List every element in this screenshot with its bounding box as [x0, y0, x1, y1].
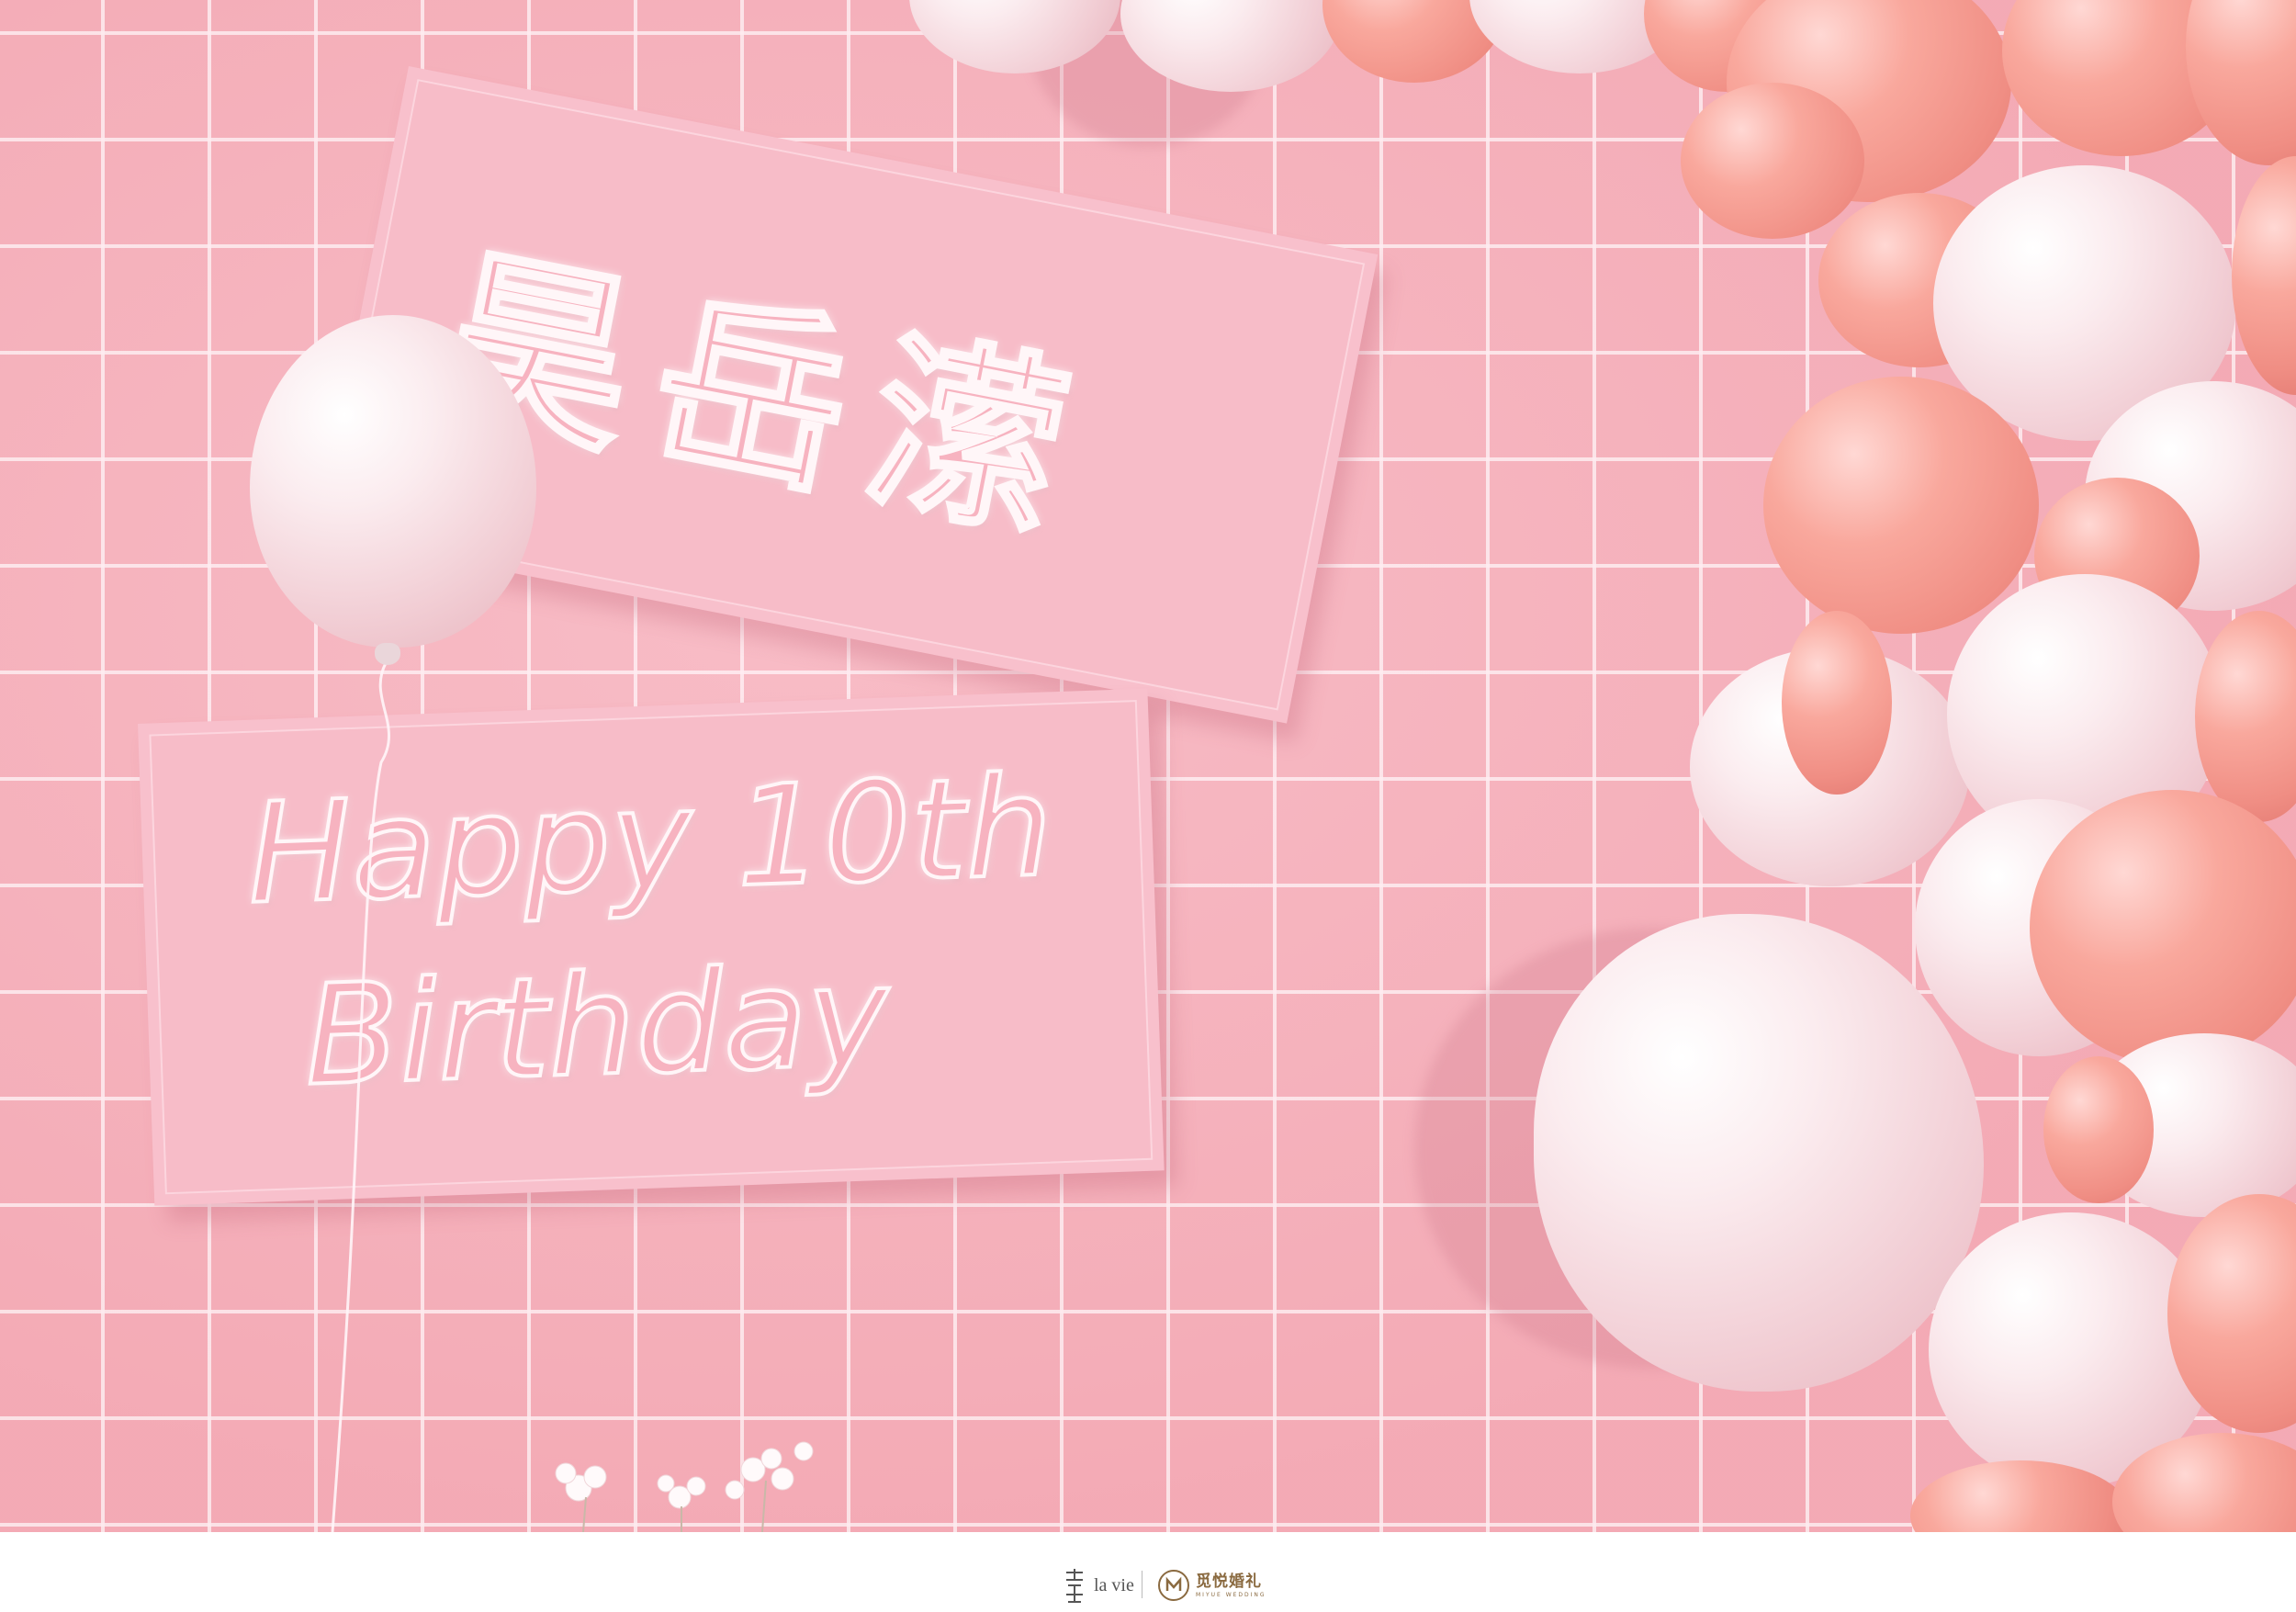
white-flowers	[555, 1441, 814, 1532]
balloon-string	[331, 662, 391, 1532]
miyue-logo-subtext: MIYUE WEDDING	[1196, 1592, 1266, 1598]
lavie-logo: la vie	[1061, 1567, 1134, 1604]
miyue-logo-icon	[1158, 1570, 1189, 1601]
white-balloon	[250, 315, 536, 648]
birthday-photo: 昊岳潆 Happy 10th Birthday	[0, 0, 2296, 1532]
lavie-logo-text: la vie	[1094, 1574, 1134, 1595]
miyue-logo: 觅悦婚礼 MIYUE WEDDING	[1157, 1567, 1266, 1604]
miyue-logo-text: 觅悦婚礼	[1196, 1573, 1262, 1591]
footer	[0, 1532, 2296, 1612]
lavie-logo-icon	[1066, 1569, 1083, 1603]
